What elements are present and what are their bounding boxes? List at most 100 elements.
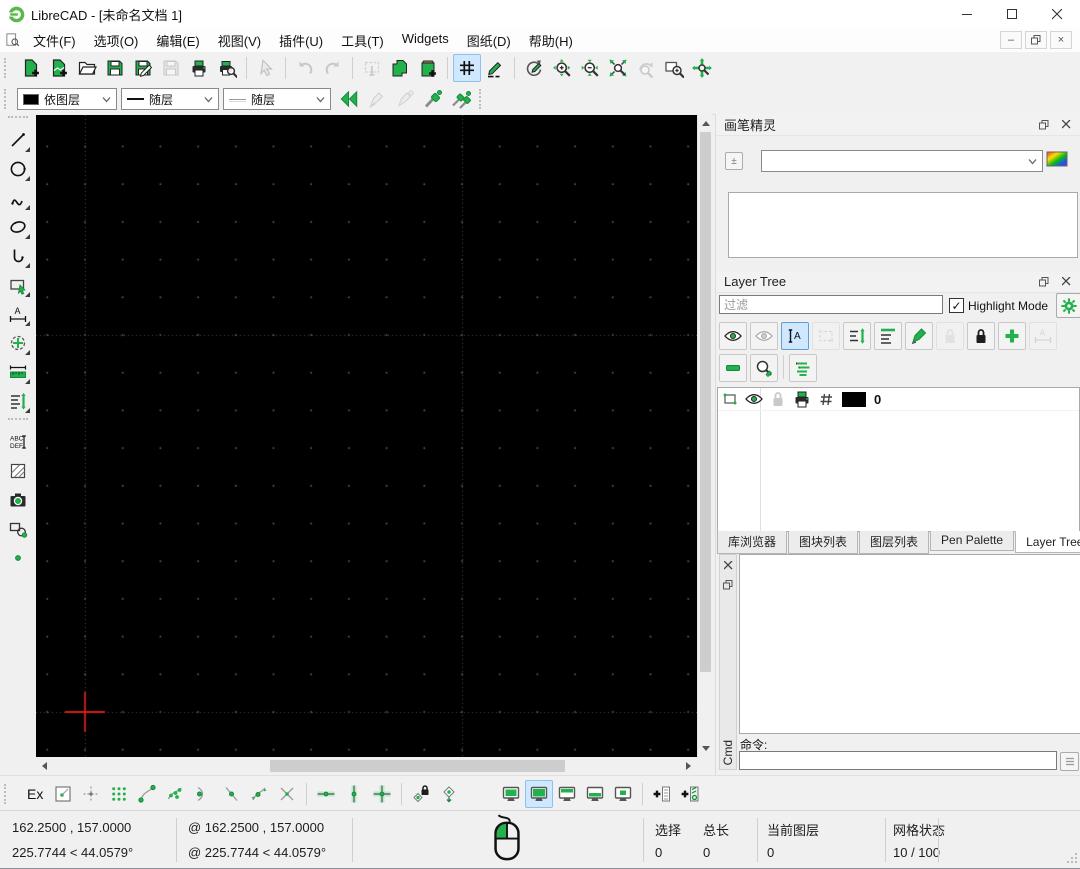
copy-button[interactable] — [386, 54, 414, 82]
zoom-pan-button[interactable] — [688, 54, 716, 82]
cut-button[interactable] — [358, 54, 386, 82]
tool-line-button[interactable] — [4, 126, 32, 154]
close-button[interactable] — [1035, 0, 1080, 28]
layer-filter-input[interactable] — [719, 295, 943, 314]
exclusive-snap-label[interactable]: Ex — [27, 786, 43, 802]
construction-toggle-icon[interactable] — [718, 389, 742, 409]
restrict-orthogonal-button[interactable] — [368, 780, 396, 808]
menu-视图V[interactable]: 视图(V) — [209, 28, 270, 53]
tool-dimension-button[interactable]: A — [4, 300, 32, 328]
show-all-layers-button[interactable] — [719, 322, 747, 350]
close-panel-icon[interactable] — [1059, 275, 1073, 289]
toolbar-handle[interactable] — [4, 784, 12, 804]
pen-wizard-spin-button[interactable]: ± — [725, 152, 743, 170]
menu-工具T[interactable]: 工具(T) — [332, 28, 393, 53]
scroll-down-icon[interactable] — [702, 746, 710, 751]
menu-选项O[interactable]: 选项(O) — [85, 28, 148, 53]
close-panel-icon[interactable] — [721, 558, 735, 572]
construction-layer-button[interactable] — [812, 322, 840, 350]
tool-curve-button[interactable] — [4, 184, 32, 212]
menu-Widgets[interactable]: Widgets — [393, 28, 458, 53]
find-layer-button[interactable] — [750, 354, 778, 382]
snap-center-button[interactable] — [189, 780, 217, 808]
horizontal-scrollbar[interactable] — [36, 758, 697, 774]
pick-pen-from-entity-button[interactable] — [391, 85, 419, 113]
selection-pointer-button[interactable] — [252, 54, 280, 82]
snap-on-entity-button[interactable] — [161, 780, 189, 808]
pen-wizard-list[interactable] — [728, 192, 1078, 258]
float-panel-icon[interactable] — [721, 578, 735, 592]
tool-point-button[interactable] — [4, 544, 32, 572]
snap-grid-button[interactable] — [77, 780, 105, 808]
mdi-restore-button[interactable] — [1025, 31, 1047, 49]
tool-ellipse-button[interactable] — [4, 213, 32, 241]
apply-pen-to-entity-button[interactable] — [419, 85, 447, 113]
tool-modify-button[interactable] — [4, 329, 32, 357]
add-command-widget-button[interactable] — [648, 780, 676, 808]
dock-area-floating-button[interactable] — [609, 780, 637, 808]
lock-icon[interactable] — [766, 389, 790, 409]
tool-measure-button[interactable] — [4, 358, 32, 386]
toolbar-handle[interactable] — [4, 89, 12, 109]
menu-帮助H[interactable]: 帮助(H) — [520, 28, 582, 53]
print-icon[interactable] — [790, 389, 814, 409]
tool-mtext-button[interactable]: ABCDEF — [4, 428, 32, 456]
sort-levels-button[interactable] — [843, 322, 871, 350]
dock-tab-4[interactable]: Pen Palette — [930, 531, 1014, 551]
float-panel-icon[interactable] — [1037, 118, 1051, 132]
lock-relative-zero-button[interactable] — [407, 780, 435, 808]
dimension-layer-button[interactable]: A — [1029, 322, 1057, 350]
dock-area-left-button[interactable] — [497, 780, 525, 808]
set-relative-zero-button[interactable] — [435, 780, 463, 808]
dock-area-top-button[interactable] — [553, 780, 581, 808]
toolbar-handle[interactable] — [4, 58, 12, 78]
vertical-scrollbar[interactable] — [697, 115, 713, 757]
color-palette-button[interactable] — [1046, 151, 1068, 170]
layer-tree-settings-button[interactable] — [1056, 293, 1080, 318]
zoom-auto-button[interactable] — [604, 54, 632, 82]
tool-order-button[interactable] — [4, 387, 32, 415]
layer-list[interactable]: 0 — [717, 387, 1080, 532]
dock-area-full-button[interactable] — [525, 780, 553, 808]
construction-lines-icon[interactable] — [814, 389, 838, 409]
unlock-all-layers-button[interactable] — [936, 322, 964, 350]
maximize-button[interactable] — [990, 0, 1035, 28]
mdi-minimize-button[interactable]: – — [1000, 31, 1022, 49]
tool-select-button[interactable] — [4, 271, 32, 299]
layer-color-swatch[interactable] — [842, 392, 866, 407]
zoom-window-button[interactable] — [660, 54, 688, 82]
remove-layer-button[interactable] — [719, 354, 747, 382]
resize-grip[interactable] — [1066, 852, 1078, 867]
tool-insert-image-button[interactable] — [4, 486, 32, 514]
new-from-template-button[interactable] — [45, 54, 73, 82]
tool-hatch-button[interactable] — [4, 457, 32, 485]
print-preview-button[interactable] — [213, 54, 241, 82]
tool-block-button[interactable] — [4, 515, 32, 543]
move-to-top-button[interactable] — [874, 322, 902, 350]
zoom-out-button[interactable] — [576, 54, 604, 82]
close-panel-icon[interactable] — [1059, 118, 1073, 132]
restrict-horizontal-button[interactable] — [312, 780, 340, 808]
pen-wizard-combobox[interactable] — [761, 150, 1043, 172]
zoom-in-button[interactable] — [548, 54, 576, 82]
layer-row[interactable]: 0 — [718, 388, 1079, 411]
menu-插件U[interactable]: 插件(U) — [270, 28, 332, 53]
minimize-button[interactable] — [945, 0, 990, 28]
mdi-close-button[interactable]: × — [1050, 31, 1072, 49]
save-as-button[interactable] — [129, 54, 157, 82]
snap-free-button[interactable] — [49, 780, 77, 808]
snap-middle-button[interactable] — [217, 780, 245, 808]
toolbar-handle[interactable] — [479, 89, 487, 109]
visibility-icon[interactable] — [742, 389, 766, 409]
dock-tab-3[interactable]: 图层列表 — [859, 531, 929, 554]
copy-pen-button[interactable] — [447, 85, 475, 113]
snap-distance-button[interactable] — [245, 780, 273, 808]
menu-编辑E[interactable]: 编辑(E) — [147, 28, 208, 53]
redraw-button[interactable] — [520, 54, 548, 82]
pick-pen-button[interactable] — [363, 85, 391, 113]
flat-list-view-button[interactable] — [789, 354, 817, 382]
dock-area-bottom-button[interactable] — [581, 780, 609, 808]
match-layer-button[interactable]: A — [781, 322, 809, 350]
scroll-left-icon[interactable] — [42, 762, 47, 770]
toggle-grid-button[interactable] — [453, 54, 481, 82]
